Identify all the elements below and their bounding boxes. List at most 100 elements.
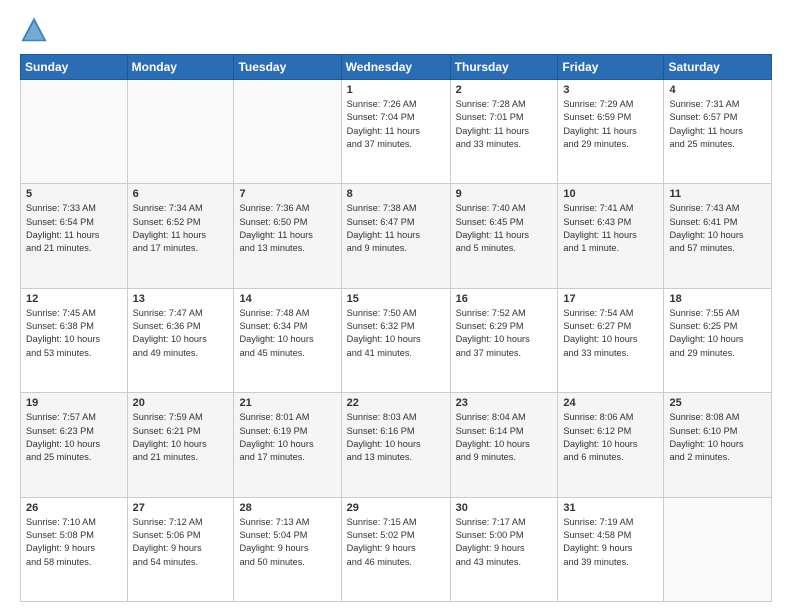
calendar-cell: 12Sunrise: 7:45 AMSunset: 6:38 PMDayligh… bbox=[21, 288, 128, 392]
day-info: Sunrise: 8:08 AMSunset: 6:10 PMDaylight:… bbox=[669, 411, 766, 464]
calendar-cell: 18 Sunrise: 7:55 AMSunset: 6:25 PMDayligh… bbox=[664, 288, 772, 392]
day-of-week-header: Friday bbox=[558, 55, 664, 80]
day-of-week-header: Monday bbox=[127, 55, 234, 80]
day-info: Sunrise: 7:45 AMSunset: 6:38 PMDaylight:… bbox=[26, 307, 122, 360]
calendar-cell: 10Sunrise: 7:41 AMSunset: 6:43 PMDayligh… bbox=[558, 184, 664, 288]
day-number: 2 bbox=[456, 84, 553, 96]
day-number: 9 bbox=[456, 188, 553, 200]
day-info: Sunrise: 7:54 AMSunset: 6:27 PMDaylight:… bbox=[563, 307, 658, 360]
calendar-cell: 30 Sunrise: 7:17 AMSunset: 5:00 PMDayligh… bbox=[450, 497, 558, 601]
calendar-cell: 6 Sunrise: 7:34 AMSunset: 6:52 PMDaylight… bbox=[127, 184, 234, 288]
day-number: 11 bbox=[669, 188, 766, 200]
day-info: Sunrise: 7:48 AMSunset: 6:34 PMDaylight:… bbox=[239, 307, 335, 360]
calendar-cell: 13 Sunrise: 7:47 AMSunset: 6:36 PMDayligh… bbox=[127, 288, 234, 392]
day-info: Sunrise: 7:15 AMSunset: 5:02 PMDaylight:… bbox=[347, 516, 445, 569]
calendar-cell: 31Sunrise: 7:19 AMSunset: 4:58 PMDayligh… bbox=[558, 497, 664, 601]
day-number: 18 bbox=[669, 293, 766, 305]
page: SundayMondayTuesdayWednesdayThursdayFrid… bbox=[0, 0, 792, 612]
day-info: Sunrise: 8:06 AMSunset: 6:12 PMDaylight:… bbox=[563, 411, 658, 464]
day-of-week-header: Wednesday bbox=[341, 55, 450, 80]
calendar-cell: 21Sunrise: 8:01 AMSunset: 6:19 PMDayligh… bbox=[234, 393, 341, 497]
calendar-cell: 15 Sunrise: 7:50 AMSunset: 6:32 PMDayligh… bbox=[341, 288, 450, 392]
day-number: 17 bbox=[563, 293, 658, 305]
day-number: 6 bbox=[133, 188, 229, 200]
calendar-cell bbox=[234, 80, 341, 184]
day-info: Sunrise: 7:29 AMSunset: 6:59 PMDaylight:… bbox=[563, 98, 658, 151]
day-info: Sunrise: 7:26 AMSunset: 7:04 PMDaylight:… bbox=[347, 98, 445, 151]
day-number: 7 bbox=[239, 188, 335, 200]
calendar-week-row: 26 Sunrise: 7:10 AMSunset: 5:08 PMDayligh… bbox=[21, 497, 772, 601]
calendar-cell: 7 Sunrise: 7:36 AMSunset: 6:50 PMDaylight… bbox=[234, 184, 341, 288]
day-info: Sunrise: 7:34 AMSunset: 6:52 PMDaylight:… bbox=[133, 202, 229, 255]
calendar-cell: 25 Sunrise: 8:08 AMSunset: 6:10 PMDayligh… bbox=[664, 393, 772, 497]
calendar-cell: 22 Sunrise: 8:03 AMSunset: 6:16 PMDayligh… bbox=[341, 393, 450, 497]
day-number: 16 bbox=[456, 293, 553, 305]
day-number: 5 bbox=[26, 188, 122, 200]
day-number: 22 bbox=[347, 397, 445, 409]
day-number: 13 bbox=[133, 293, 229, 305]
calendar-week-row: 19 Sunrise: 7:57 AMSunset: 6:23 PMDayligh… bbox=[21, 393, 772, 497]
calendar-cell: 5 Sunrise: 7:33 AMSunset: 6:54 PMDaylight… bbox=[21, 184, 128, 288]
calendar-cell: 26 Sunrise: 7:10 AMSunset: 5:08 PMDayligh… bbox=[21, 497, 128, 601]
calendar-week-row: 5 Sunrise: 7:33 AMSunset: 6:54 PMDaylight… bbox=[21, 184, 772, 288]
day-number: 26 bbox=[26, 502, 122, 514]
day-number: 20 bbox=[133, 397, 229, 409]
day-number: 19 bbox=[26, 397, 122, 409]
calendar-cell: 14 Sunrise: 7:48 AMSunset: 6:34 PMDayligh… bbox=[234, 288, 341, 392]
calendar-cell: 17 Sunrise: 7:54 AMSunset: 6:27 PMDayligh… bbox=[558, 288, 664, 392]
day-number: 23 bbox=[456, 397, 553, 409]
calendar-cell: 19 Sunrise: 7:57 AMSunset: 6:23 PMDayligh… bbox=[21, 393, 128, 497]
day-number: 27 bbox=[133, 502, 229, 514]
calendar-cell: 23Sunrise: 8:04 AMSunset: 6:14 PMDayligh… bbox=[450, 393, 558, 497]
day-number: 14 bbox=[239, 293, 335, 305]
day-info: Sunrise: 7:28 AMSunset: 7:01 PMDaylight:… bbox=[456, 98, 553, 151]
day-info: Sunrise: 7:31 AMSunset: 6:57 PMDaylight:… bbox=[669, 98, 766, 151]
calendar-cell: 11 Sunrise: 7:43 AMSunset: 6:41 PMDayligh… bbox=[664, 184, 772, 288]
calendar-cell: 27 Sunrise: 7:12 AMSunset: 5:06 PMDayligh… bbox=[127, 497, 234, 601]
day-info: Sunrise: 8:03 AMSunset: 6:16 PMDaylight:… bbox=[347, 411, 445, 464]
day-info: Sunrise: 7:10 AMSunset: 5:08 PMDaylight:… bbox=[26, 516, 122, 569]
calendar: SundayMondayTuesdayWednesdayThursdayFrid… bbox=[20, 54, 772, 602]
day-info: Sunrise: 7:47 AMSunset: 6:36 PMDaylight:… bbox=[133, 307, 229, 360]
day-number: 1 bbox=[347, 84, 445, 96]
day-info: Sunrise: 7:43 AMSunset: 6:41 PMDaylight:… bbox=[669, 202, 766, 255]
calendar-cell: 16Sunrise: 7:52 AMSunset: 6:29 PMDayligh… bbox=[450, 288, 558, 392]
day-number: 24 bbox=[563, 397, 658, 409]
calendar-cell bbox=[21, 80, 128, 184]
calendar-cell bbox=[127, 80, 234, 184]
day-info: Sunrise: 7:55 AMSunset: 6:25 PMDaylight:… bbox=[669, 307, 766, 360]
day-info: Sunrise: 7:40 AMSunset: 6:45 PMDaylight:… bbox=[456, 202, 553, 255]
calendar-header-row: SundayMondayTuesdayWednesdayThursdayFrid… bbox=[21, 55, 772, 80]
calendar-cell: 2 Sunrise: 7:28 AMSunset: 7:01 PMDaylight… bbox=[450, 80, 558, 184]
header bbox=[20, 16, 772, 44]
day-number: 21 bbox=[239, 397, 335, 409]
calendar-cell bbox=[664, 497, 772, 601]
logo-icon bbox=[20, 16, 48, 44]
calendar-cell: 9 Sunrise: 7:40 AMSunset: 6:45 PMDaylight… bbox=[450, 184, 558, 288]
calendar-week-row: 1 Sunrise: 7:26 AMSunset: 7:04 PMDaylight… bbox=[21, 80, 772, 184]
day-info: Sunrise: 7:17 AMSunset: 5:00 PMDaylight:… bbox=[456, 516, 553, 569]
day-number: 29 bbox=[347, 502, 445, 514]
day-number: 3 bbox=[563, 84, 658, 96]
day-number: 10 bbox=[563, 188, 658, 200]
day-info: Sunrise: 7:13 AMSunset: 5:04 PMDaylight:… bbox=[239, 516, 335, 569]
day-of-week-header: Saturday bbox=[664, 55, 772, 80]
day-number: 28 bbox=[239, 502, 335, 514]
calendar-cell: 29 Sunrise: 7:15 AMSunset: 5:02 PMDayligh… bbox=[341, 497, 450, 601]
day-number: 30 bbox=[456, 502, 553, 514]
day-number: 25 bbox=[669, 397, 766, 409]
day-info: Sunrise: 7:36 AMSunset: 6:50 PMDaylight:… bbox=[239, 202, 335, 255]
day-info: Sunrise: 7:57 AMSunset: 6:23 PMDaylight:… bbox=[26, 411, 122, 464]
calendar-cell: 3 Sunrise: 7:29 AMSunset: 6:59 PMDaylight… bbox=[558, 80, 664, 184]
day-number: 31 bbox=[563, 502, 658, 514]
day-info: Sunrise: 7:50 AMSunset: 6:32 PMDaylight:… bbox=[347, 307, 445, 360]
calendar-cell: 8Sunrise: 7:38 AMSunset: 6:47 PMDaylight… bbox=[341, 184, 450, 288]
day-info: Sunrise: 7:12 AMSunset: 5:06 PMDaylight:… bbox=[133, 516, 229, 569]
calendar-cell: 4 Sunrise: 7:31 AMSunset: 6:57 PMDaylight… bbox=[664, 80, 772, 184]
day-info: Sunrise: 7:33 AMSunset: 6:54 PMDaylight:… bbox=[26, 202, 122, 255]
day-of-week-header: Tuesday bbox=[234, 55, 341, 80]
calendar-cell: 20Sunrise: 7:59 AMSunset: 6:21 PMDayligh… bbox=[127, 393, 234, 497]
day-number: 4 bbox=[669, 84, 766, 96]
day-number: 15 bbox=[347, 293, 445, 305]
logo bbox=[20, 16, 52, 44]
